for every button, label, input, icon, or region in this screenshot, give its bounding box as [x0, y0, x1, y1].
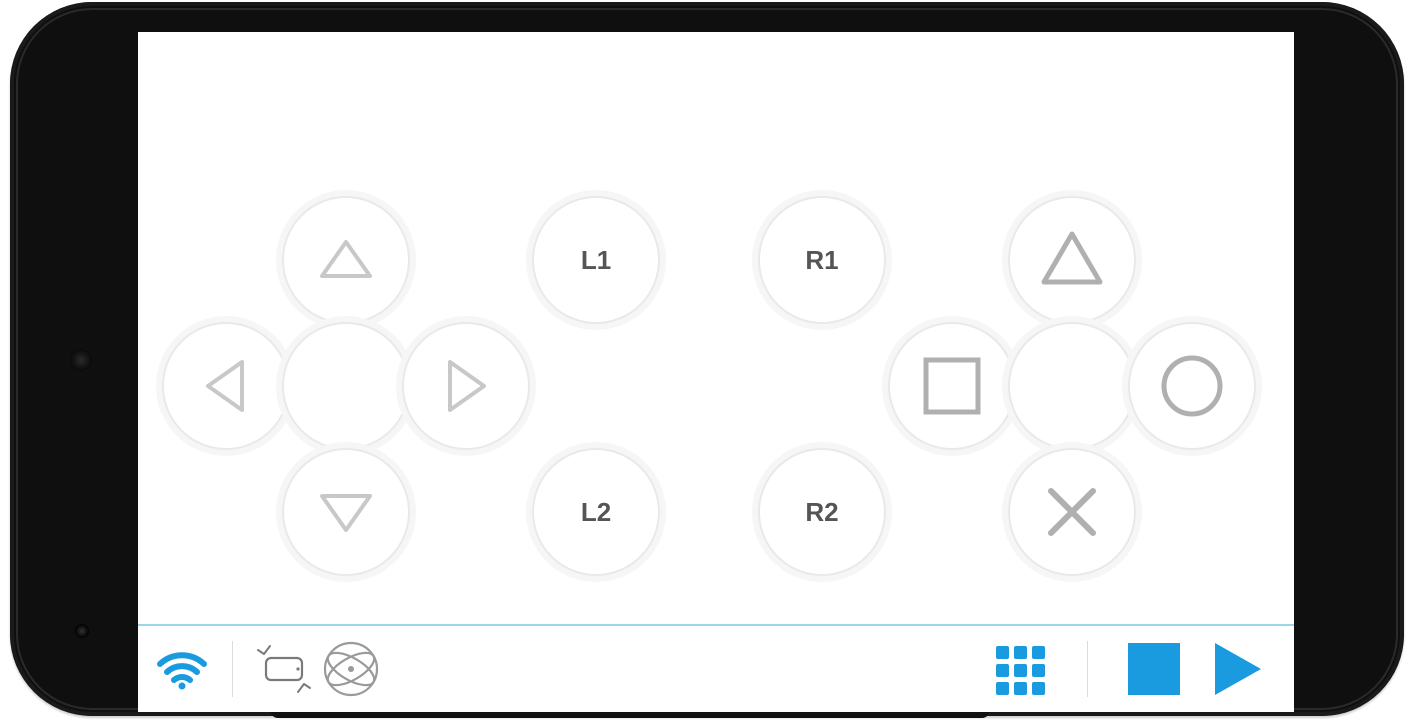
device-mockup: L1 R1 L2 R2 [0, 0, 1426, 720]
dpad-left-button[interactable] [162, 322, 290, 450]
r2-label: R2 [805, 497, 838, 528]
toolbar-divider [1087, 641, 1088, 697]
dpad-down-button[interactable] [282, 448, 410, 576]
toolbar [138, 624, 1294, 712]
sensor-atom-icon[interactable] [319, 637, 383, 701]
toolbar-right [989, 637, 1294, 701]
dpad-up-button[interactable] [282, 196, 410, 324]
dpad-center-button[interactable] [282, 322, 410, 450]
l1-button[interactable]: L1 [532, 196, 660, 324]
triangle-left-icon [194, 354, 258, 418]
toolbar-divider [232, 641, 233, 697]
cross-button[interactable] [1008, 448, 1136, 576]
screen: L1 R1 L2 R2 [138, 32, 1294, 712]
wifi-icon[interactable] [150, 637, 214, 701]
triangle-button[interactable] [1008, 196, 1136, 324]
toolbar-left [138, 637, 383, 701]
phone-body: L1 R1 L2 R2 [10, 2, 1404, 716]
phone-camera [75, 624, 89, 638]
r1-label: R1 [805, 245, 838, 276]
r2-button[interactable]: R2 [758, 448, 886, 576]
square-icon [918, 352, 986, 420]
gamepad-area: L1 R1 L2 R2 [138, 32, 1294, 624]
triangle-up-icon [314, 228, 378, 292]
triangle-down-icon [314, 480, 378, 544]
rotate-icon[interactable] [251, 637, 315, 701]
dpad-right-button[interactable] [402, 322, 530, 450]
square-button[interactable] [888, 322, 1016, 450]
cross-icon [1039, 479, 1105, 545]
l2-button[interactable]: L2 [532, 448, 660, 576]
grid-apps-icon[interactable] [989, 637, 1053, 701]
play-icon[interactable] [1206, 637, 1270, 701]
r1-button[interactable]: R1 [758, 196, 886, 324]
triangle-right-icon [434, 354, 498, 418]
phone-speaker [70, 349, 92, 371]
l2-label: L2 [581, 497, 611, 528]
circle-button[interactable] [1128, 322, 1256, 450]
l1-label: L1 [581, 245, 611, 276]
face-center-button[interactable] [1008, 322, 1136, 450]
triangle-icon [1036, 224, 1108, 296]
circle-icon [1156, 350, 1228, 422]
stop-icon[interactable] [1122, 637, 1186, 701]
